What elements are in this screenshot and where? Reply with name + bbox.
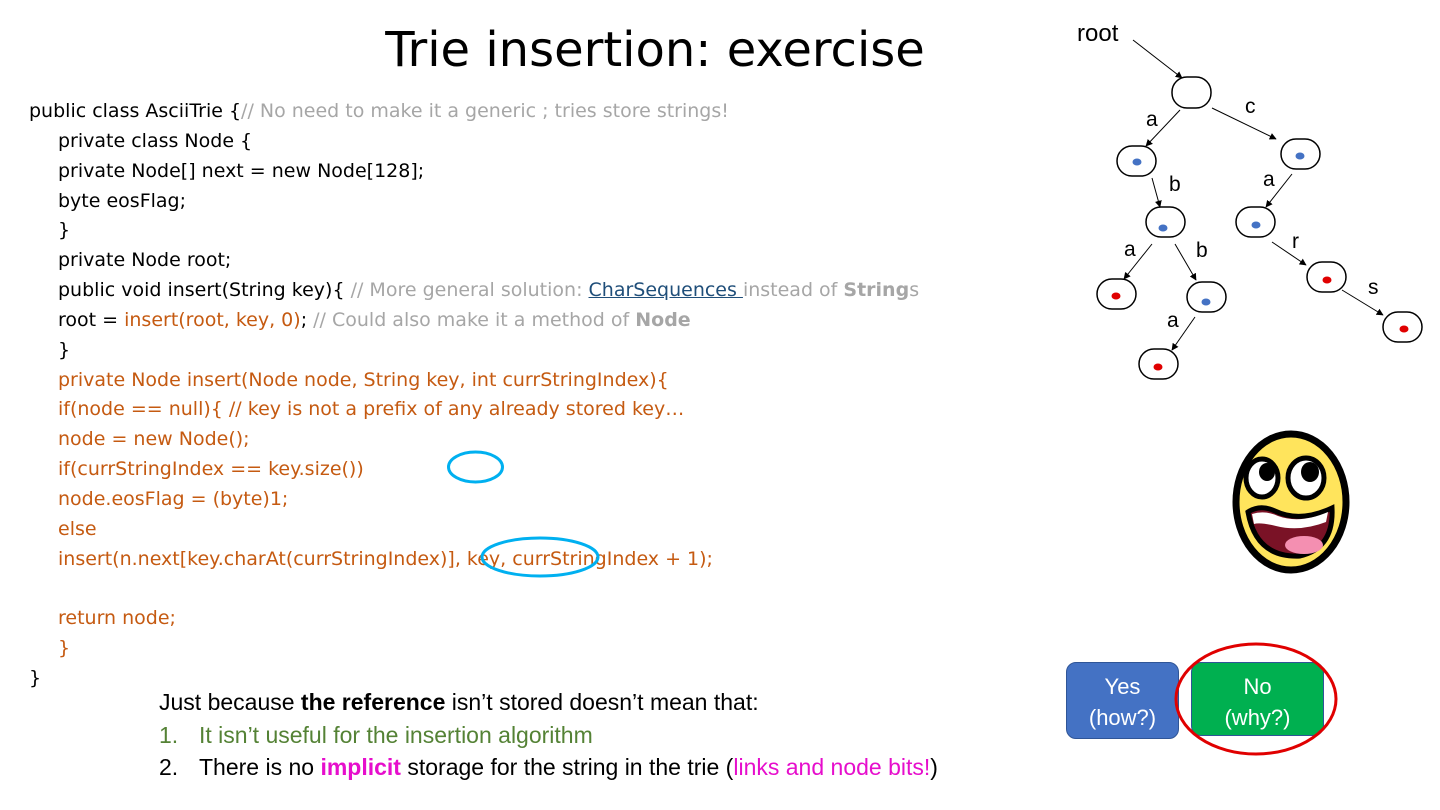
node-dot-blue <box>1158 224 1168 232</box>
intro-text: isn’t stored doesn’t mean that: <box>445 689 759 715</box>
root-label: root <box>1077 20 1119 47</box>
node-dot-red <box>1153 363 1163 371</box>
node-dot-red <box>1399 325 1409 333</box>
bottom-notes: Just because the reference isn’t stored … <box>159 686 938 784</box>
trie-edge <box>1174 243 1197 281</box>
yes-button-line1: Yes <box>1104 674 1141 699</box>
yes-button[interactable]: Yes (how?) <box>1066 662 1179 739</box>
list-text: It isn’t useful for the insertion algori… <box>199 721 593 748</box>
node-dot-blue <box>1132 158 1142 166</box>
edge-label: b <box>1169 173 1181 196</box>
list-text: storage for the string in the trie ( <box>400 754 734 780</box>
list-emphasis: implicit <box>320 754 401 780</box>
edge-label: a <box>1263 168 1275 191</box>
intro-text: Just because <box>159 689 301 715</box>
list-highlight: links and node bits! <box>733 754 931 780</box>
edge-label: a <box>1146 108 1158 131</box>
annotation-circle-key <box>480 536 600 578</box>
list-text: ) <box>930 754 938 780</box>
trie-edge <box>1132 39 1183 79</box>
smiley-face-icon <box>1232 430 1350 574</box>
edge-label: a <box>1124 238 1136 261</box>
trie-edge <box>1271 241 1307 266</box>
list-text: There is no <box>199 754 321 780</box>
node-dot-red <box>1111 292 1121 300</box>
list-item-2: 2. There is no implicit storage for the s… <box>159 751 938 784</box>
node-dot-blue <box>1295 152 1305 160</box>
edge-label: s <box>1368 276 1379 299</box>
trie-edge <box>1211 107 1277 140</box>
bottom-intro: Just because the reference isn’t stored … <box>159 686 938 719</box>
trie-node <box>1186 281 1227 313</box>
intro-bold: the reference <box>300 689 446 715</box>
edge-label: r <box>1292 230 1299 253</box>
edge-label: b <box>1196 239 1208 262</box>
list-number: 2. <box>159 754 179 780</box>
yes-button-line2: (how?) <box>1088 705 1157 730</box>
edge-label: c <box>1245 95 1256 118</box>
list-item-1: 1. It isn’t useful for the insertion algo… <box>159 719 938 752</box>
trie-node <box>1171 76 1212 109</box>
annotation-circle-small <box>447 450 504 484</box>
node-dot-red <box>1322 276 1332 284</box>
edge-label: a <box>1167 309 1179 332</box>
answer-circle <box>1174 642 1338 756</box>
trie-edge <box>1151 177 1162 208</box>
trie-node <box>1145 206 1186 238</box>
list-number: 1. <box>159 721 179 748</box>
node-dot-blue <box>1251 221 1261 229</box>
trie-diagram: root a c b a a b r s a <box>1077 20 1423 380</box>
node-dot-blue <box>1201 298 1211 306</box>
